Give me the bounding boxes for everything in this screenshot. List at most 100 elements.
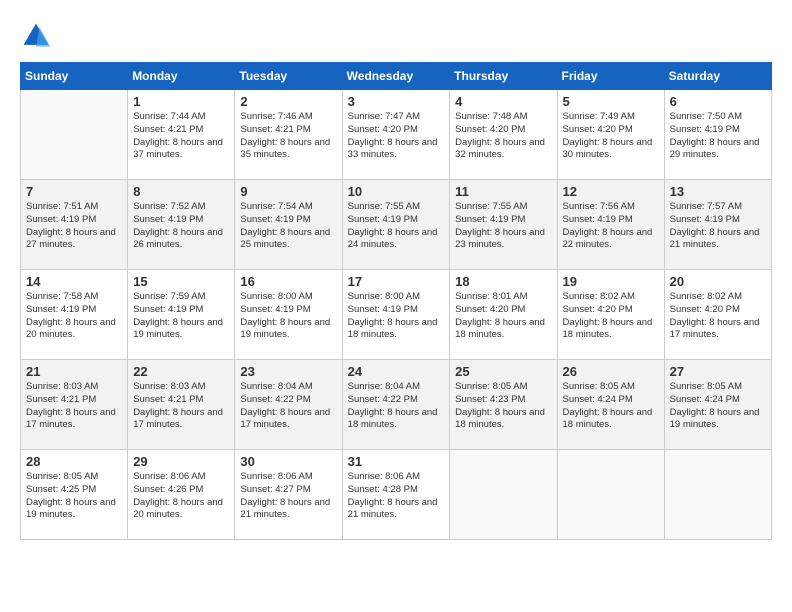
calendar-cell: 16 Sunrise: 8:00 AMSunset: 4:19 PMDayligh… bbox=[235, 270, 342, 360]
page-header bbox=[20, 20, 772, 52]
calendar-cell: 11 Sunrise: 7:55 AMSunset: 4:19 PMDayligh… bbox=[450, 180, 557, 270]
cell-info: Sunrise: 8:00 AMSunset: 4:19 PMDaylight:… bbox=[240, 291, 336, 342]
cell-info: Sunrise: 7:55 AMSunset: 4:19 PMDaylight:… bbox=[348, 201, 445, 252]
day-number: 19 bbox=[563, 274, 659, 289]
calendar-table: SundayMondayTuesdayWednesdayThursdayFrid… bbox=[20, 62, 772, 540]
day-number: 24 bbox=[348, 364, 445, 379]
day-number: 15 bbox=[133, 274, 229, 289]
calendar-week-row: 1 Sunrise: 7:44 AMSunset: 4:21 PMDaylight… bbox=[21, 90, 772, 180]
day-number: 30 bbox=[240, 454, 336, 469]
weekday-header: Thursday bbox=[450, 63, 557, 90]
calendar-cell: 3Sunrise: 7:47 AMSunset: 4:20 PMDaylight… bbox=[342, 90, 450, 180]
cell-info: Sunrise: 8:05 AMSunset: 4:23 PMDaylight:… bbox=[455, 381, 551, 432]
calendar-cell: 7 Sunrise: 7:51 AMSunset: 4:19 PMDaylight… bbox=[21, 180, 128, 270]
day-number: 10 bbox=[348, 184, 445, 199]
cell-info: Sunrise: 7:52 AMSunset: 4:19 PMDaylight:… bbox=[133, 201, 229, 252]
cell-info: Sunrise: 8:02 AMSunset: 4:20 PMDaylight:… bbox=[563, 291, 659, 342]
day-number: 25 bbox=[455, 364, 551, 379]
calendar-week-row: 21 Sunrise: 8:03 AMSunset: 4:21 PMDayligh… bbox=[21, 360, 772, 450]
calendar-week-row: 14 Sunrise: 7:58 AMSunset: 4:19 PMDayligh… bbox=[21, 270, 772, 360]
calendar-cell: 28Sunrise: 8:05 AMSunset: 4:25 PMDayligh… bbox=[21, 450, 128, 540]
cell-info: Sunrise: 8:05 AMSunset: 4:24 PMDaylight:… bbox=[670, 381, 766, 432]
day-number: 18 bbox=[455, 274, 551, 289]
day-number: 23 bbox=[240, 364, 336, 379]
calendar-cell: 25 Sunrise: 8:05 AMSunset: 4:23 PMDayligh… bbox=[450, 360, 557, 450]
day-number: 31 bbox=[348, 454, 445, 469]
day-number: 11 bbox=[455, 184, 551, 199]
calendar-cell: 10 Sunrise: 7:55 AMSunset: 4:19 PMDayligh… bbox=[342, 180, 450, 270]
weekday-header: Tuesday bbox=[235, 63, 342, 90]
calendar-cell: 17 Sunrise: 8:00 AMSunset: 4:19 PMDayligh… bbox=[342, 270, 450, 360]
day-number: 29 bbox=[133, 454, 229, 469]
calendar-cell bbox=[450, 450, 557, 540]
calendar-cell: 21Sunrise: 8:03 AMSunset: 4:21 PMDayligh… bbox=[21, 360, 128, 450]
weekday-header: Wednesday bbox=[342, 63, 450, 90]
day-number: 1 bbox=[133, 94, 229, 109]
weekday-header: Monday bbox=[128, 63, 235, 90]
calendar-cell: 24 Sunrise: 8:04 AMSunset: 4:22 PMDayligh… bbox=[342, 360, 450, 450]
calendar-cell: 15Sunrise: 7:59 AMSunset: 4:19 PMDayligh… bbox=[128, 270, 235, 360]
cell-info: Sunrise: 7:47 AMSunset: 4:20 PMDaylight:… bbox=[348, 111, 445, 162]
cell-info: Sunrise: 8:00 AMSunset: 4:19 PMDaylight:… bbox=[348, 291, 445, 342]
calendar-cell: 12 Sunrise: 7:56 AMSunset: 4:19 PMDayligh… bbox=[557, 180, 664, 270]
weekday-header: Saturday bbox=[664, 63, 771, 90]
cell-info: Sunrise: 8:02 AMSunset: 4:20 PMDaylight:… bbox=[670, 291, 766, 342]
calendar-cell: 26 Sunrise: 8:05 AMSunset: 4:24 PMDayligh… bbox=[557, 360, 664, 450]
calendar-cell: 31 Sunrise: 8:06 AMSunset: 4:28 PMDayligh… bbox=[342, 450, 450, 540]
cell-info: Sunrise: 7:54 AMSunset: 4:19 PMDaylight:… bbox=[240, 201, 336, 252]
day-number: 5 bbox=[563, 94, 659, 109]
calendar-cell: 4Sunrise: 7:48 AMSunset: 4:20 PMDaylight… bbox=[450, 90, 557, 180]
day-number: 14 bbox=[26, 274, 122, 289]
calendar-cell: 23 Sunrise: 8:04 AMSunset: 4:22 PMDayligh… bbox=[235, 360, 342, 450]
calendar-header-row: SundayMondayTuesdayWednesdayThursdayFrid… bbox=[21, 63, 772, 90]
cell-info: Sunrise: 7:46 AMSunset: 4:21 PMDaylight:… bbox=[240, 111, 336, 162]
day-number: 9 bbox=[240, 184, 336, 199]
cell-info: Sunrise: 8:06 AMSunset: 4:27 PMDaylight:… bbox=[240, 471, 336, 522]
calendar-cell: 2Sunrise: 7:46 AMSunset: 4:21 PMDaylight… bbox=[235, 90, 342, 180]
calendar-cell: 22 Sunrise: 8:03 AMSunset: 4:21 PMDayligh… bbox=[128, 360, 235, 450]
cell-info: Sunrise: 7:57 AMSunset: 4:19 PMDaylight:… bbox=[670, 201, 766, 252]
weekday-header: Friday bbox=[557, 63, 664, 90]
calendar-cell: 6Sunrise: 7:50 AMSunset: 4:19 PMDaylight… bbox=[664, 90, 771, 180]
calendar-week-row: 28Sunrise: 8:05 AMSunset: 4:25 PMDayligh… bbox=[21, 450, 772, 540]
calendar-cell: 20 Sunrise: 8:02 AMSunset: 4:20 PMDayligh… bbox=[664, 270, 771, 360]
cell-info: Sunrise: 8:05 AMSunset: 4:24 PMDaylight:… bbox=[563, 381, 659, 432]
logo bbox=[20, 20, 56, 52]
calendar-cell bbox=[664, 450, 771, 540]
cell-info: Sunrise: 8:04 AMSunset: 4:22 PMDaylight:… bbox=[240, 381, 336, 432]
day-number: 22 bbox=[133, 364, 229, 379]
calendar-cell: 8 Sunrise: 7:52 AMSunset: 4:19 PMDaylight… bbox=[128, 180, 235, 270]
calendar-cell: 9 Sunrise: 7:54 AMSunset: 4:19 PMDaylight… bbox=[235, 180, 342, 270]
day-number: 16 bbox=[240, 274, 336, 289]
cell-info: Sunrise: 8:06 AMSunset: 4:26 PMDaylight:… bbox=[133, 471, 229, 522]
calendar-cell bbox=[557, 450, 664, 540]
day-number: 17 bbox=[348, 274, 445, 289]
cell-info: Sunrise: 8:05 AMSunset: 4:25 PMDaylight:… bbox=[26, 471, 122, 522]
cell-info: Sunrise: 7:58 AMSunset: 4:19 PMDaylight:… bbox=[26, 291, 122, 342]
cell-info: Sunrise: 7:51 AMSunset: 4:19 PMDaylight:… bbox=[26, 201, 122, 252]
day-number: 26 bbox=[563, 364, 659, 379]
day-number: 8 bbox=[133, 184, 229, 199]
calendar-cell: 19 Sunrise: 8:02 AMSunset: 4:20 PMDayligh… bbox=[557, 270, 664, 360]
weekday-header: Sunday bbox=[21, 63, 128, 90]
cell-info: Sunrise: 8:04 AMSunset: 4:22 PMDaylight:… bbox=[348, 381, 445, 432]
calendar-cell: 5 Sunrise: 7:49 AMSunset: 4:20 PMDaylight… bbox=[557, 90, 664, 180]
cell-info: Sunrise: 8:06 AMSunset: 4:28 PMDaylight:… bbox=[348, 471, 445, 522]
day-number: 21 bbox=[26, 364, 122, 379]
day-number: 13 bbox=[670, 184, 766, 199]
cell-info: Sunrise: 7:55 AMSunset: 4:19 PMDaylight:… bbox=[455, 201, 551, 252]
day-number: 7 bbox=[26, 184, 122, 199]
cell-info: Sunrise: 7:56 AMSunset: 4:19 PMDaylight:… bbox=[563, 201, 659, 252]
calendar-week-row: 7 Sunrise: 7:51 AMSunset: 4:19 PMDaylight… bbox=[21, 180, 772, 270]
calendar-cell: 1 Sunrise: 7:44 AMSunset: 4:21 PMDaylight… bbox=[128, 90, 235, 180]
cell-info: Sunrise: 7:44 AMSunset: 4:21 PMDaylight:… bbox=[133, 111, 229, 162]
day-number: 20 bbox=[670, 274, 766, 289]
calendar-cell: 29 Sunrise: 8:06 AMSunset: 4:26 PMDayligh… bbox=[128, 450, 235, 540]
calendar-cell: 30 Sunrise: 8:06 AMSunset: 4:27 PMDayligh… bbox=[235, 450, 342, 540]
calendar-cell bbox=[21, 90, 128, 180]
cell-info: Sunrise: 8:03 AMSunset: 4:21 PMDaylight:… bbox=[133, 381, 229, 432]
logo-icon bbox=[20, 20, 52, 52]
cell-info: Sunrise: 7:48 AMSunset: 4:20 PMDaylight:… bbox=[455, 111, 551, 162]
day-number: 12 bbox=[563, 184, 659, 199]
cell-info: Sunrise: 7:49 AMSunset: 4:20 PMDaylight:… bbox=[563, 111, 659, 162]
